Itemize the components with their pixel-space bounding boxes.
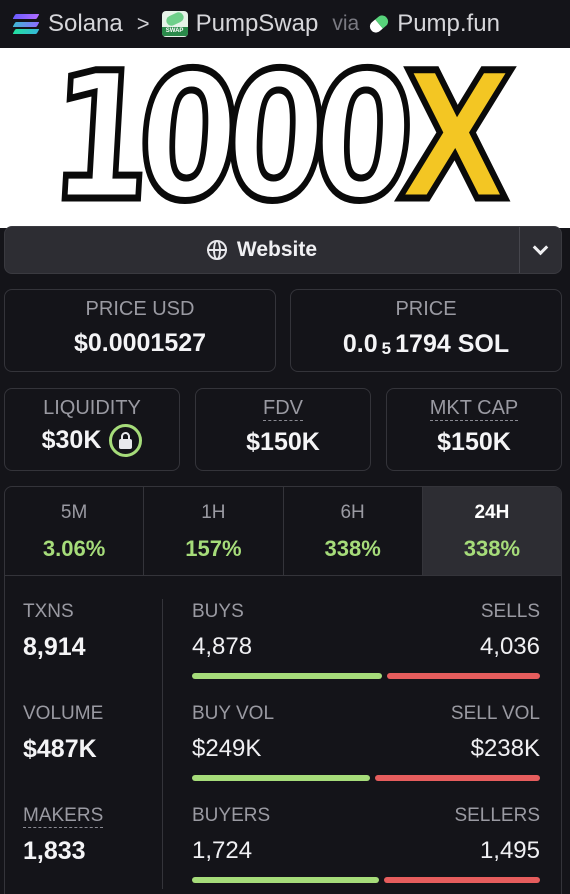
pill-icon	[367, 12, 391, 36]
token-banner: 1000X	[0, 32, 570, 243]
sellers-label: SELLERS	[454, 805, 540, 826]
buyers-label: BUYERS	[192, 805, 271, 826]
fdv-label[interactable]: FDV	[263, 397, 303, 421]
price-native-value: 0.0 5 1794 SOL	[342, 329, 510, 359]
buyers-value: 1,724	[192, 837, 253, 864]
lock-icon[interactable]	[109, 424, 143, 457]
zero-count: 5	[381, 339, 392, 358]
volume-value: $487K	[23, 735, 97, 763]
pumpswap-icon: SWAP	[161, 11, 188, 37]
buy-vol-value: $249K	[192, 735, 262, 762]
tab-6h[interactable]: 6H 338%	[284, 487, 423, 575]
sells-value: 4,036	[479, 633, 540, 660]
makers-bar	[192, 877, 540, 883]
breadcrumb-separator: >	[136, 11, 150, 36]
globe-icon	[206, 240, 227, 260]
solana-icon	[10, 13, 40, 35]
liquidity-label: LIQUIDITY	[43, 397, 141, 419]
tab-5m[interactable]: 5M 3.06%	[5, 487, 145, 575]
banner-logo-text: 1000X	[42, 32, 507, 243]
liquidity-value: $30K	[5, 424, 179, 457]
makers-value: 1,833	[23, 837, 86, 865]
buys-label: BUYS	[192, 601, 244, 622]
website-button[interactable]: Website	[5, 227, 519, 273]
sellers-value: 1,495	[479, 837, 540, 864]
liquidity-card: LIQUIDITY $30K	[4, 388, 180, 471]
sell-vol-value: $238K	[470, 735, 540, 762]
makers-label[interactable]: MAKERS	[23, 805, 104, 828]
price-usd-card: PRICE USD $0.0001527	[4, 289, 276, 372]
breadcrumb-via: via	[332, 12, 360, 35]
timeframe-tabs: 5M 3.06% 1H 157% 6H 338% 24H 338%	[5, 487, 561, 576]
column-divider	[162, 599, 163, 889]
price-usd-value: $0.0001527	[73, 329, 207, 357]
buys-value: 4,878	[192, 633, 253, 660]
breadcrumb-launchpad[interactable]: Pump.fun	[397, 10, 500, 38]
price-native-label: PRICE	[395, 298, 457, 320]
txns-value: 8,914	[23, 633, 86, 661]
price-native-card: PRICE 0.0 5 1794 SOL	[290, 289, 562, 372]
price-usd-label: PRICE USD	[85, 298, 195, 320]
sell-vol-label: SELL VOL	[450, 703, 540, 724]
txns-label: TXNS	[23, 601, 74, 622]
expand-links-button[interactable]	[519, 227, 561, 273]
sells-label: SELLS	[480, 601, 540, 622]
fdv-value: $150K	[246, 428, 320, 456]
website-label: Website	[236, 238, 318, 261]
volume-bar	[192, 775, 540, 781]
breadcrumb-dex[interactable]: PumpSwap	[196, 10, 319, 38]
mkt-cap-value: $150K	[437, 428, 511, 456]
mkt-cap-card: MKT CAP $150K	[386, 388, 562, 471]
chevron-down-icon	[532, 239, 549, 255]
fdv-card: FDV $150K	[195, 388, 371, 471]
links-bar: Website	[4, 226, 562, 274]
tab-24h[interactable]: 24H 338%	[422, 487, 561, 575]
mkt-cap-label[interactable]: MKT CAP	[429, 397, 519, 421]
stats-panel: 5M 3.06% 1H 157% 6H 338% 24H 338% TXNS 8…	[4, 486, 562, 894]
breadcrumb-chain[interactable]: Solana	[48, 10, 123, 38]
buy-vol-label: BUY VOL	[192, 703, 275, 724]
volume-label: VOLUME	[23, 703, 104, 724]
buys-sells-bar	[192, 673, 540, 679]
tab-1h[interactable]: 1H 157%	[144, 487, 284, 575]
